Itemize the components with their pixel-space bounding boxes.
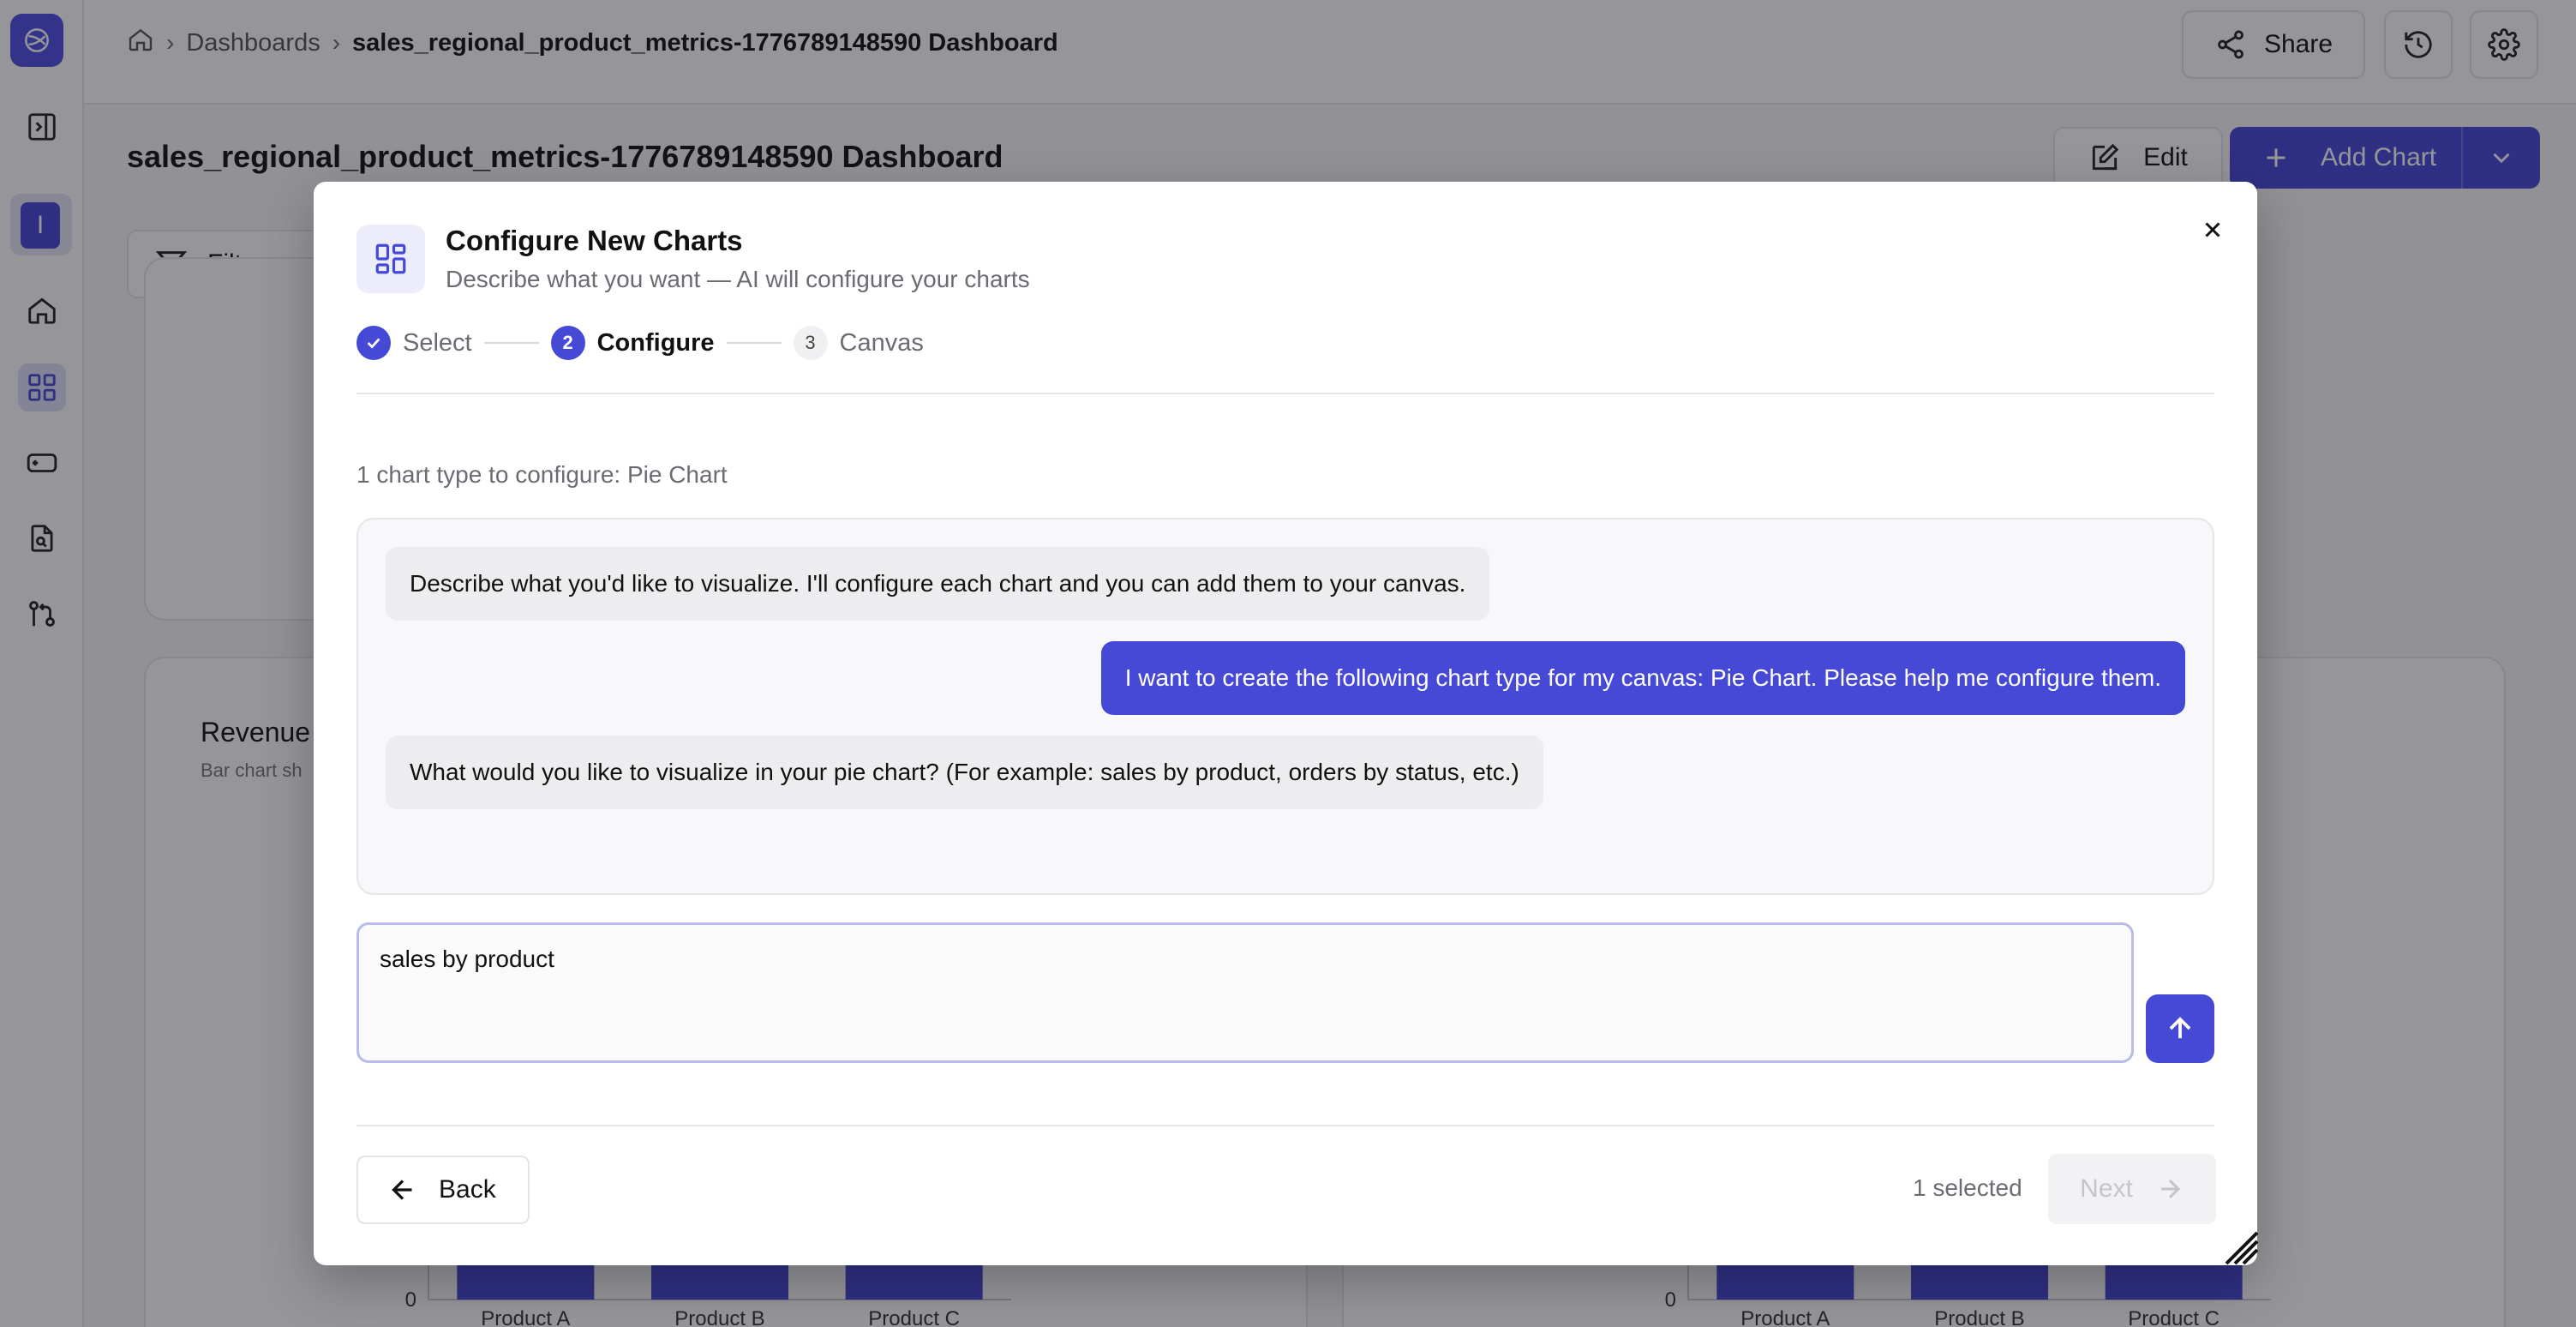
stepper: Select 2 Configure 3 Canvas: [356, 324, 924, 362]
close-button[interactable]: [2192, 209, 2233, 250]
step-connector: [726, 342, 782, 344]
selected-count: 1 selected: [1913, 1174, 2022, 1201]
chat-history[interactable]: Describe what you'd like to visualize. I…: [356, 518, 2214, 895]
divider: [356, 1125, 2214, 1126]
modal-subtitle: Describe what you want — AI will configu…: [446, 266, 1030, 292]
assistant-message: What would you like to visualize in your…: [386, 736, 1543, 809]
back-button[interactable]: Back: [356, 1156, 530, 1224]
modal-title: Configure New Charts: [446, 225, 743, 256]
close-icon: [2205, 222, 2220, 237]
arrow-left-icon: [392, 1180, 412, 1200]
step-canvas-number: 3: [793, 326, 828, 360]
config-note: 1 chart type to configure: Pie Chart: [356, 461, 728, 488]
step-select-check-icon[interactable]: [356, 326, 391, 360]
arrow-up-icon: [2169, 1017, 2191, 1039]
back-label: Back: [439, 1175, 496, 1204]
next-button[interactable]: Next: [2048, 1154, 2216, 1224]
chat-input[interactable]: [356, 922, 2134, 1063]
step-configure-number: 2: [550, 326, 585, 360]
configure-charts-modal: Configure New Charts Describe what you w…: [314, 182, 2259, 1265]
step-connector: [483, 342, 539, 344]
step-configure-label: Configure: [596, 328, 715, 357]
step-canvas-label: Canvas: [839, 328, 924, 357]
step-select-label[interactable]: Select: [403, 329, 472, 357]
divider: [356, 393, 2214, 394]
dashboard-grid-icon: [356, 225, 425, 293]
resize-handle-icon[interactable]: [2223, 1229, 2259, 1265]
user-message: I want to create the following chart typ…: [1100, 641, 2185, 715]
arrow-right-icon: [2160, 1179, 2180, 1199]
send-button[interactable]: [2146, 994, 2214, 1063]
assistant-message: Describe what you'd like to visualize. I…: [386, 547, 1490, 621]
next-label: Next: [2080, 1174, 2133, 1203]
